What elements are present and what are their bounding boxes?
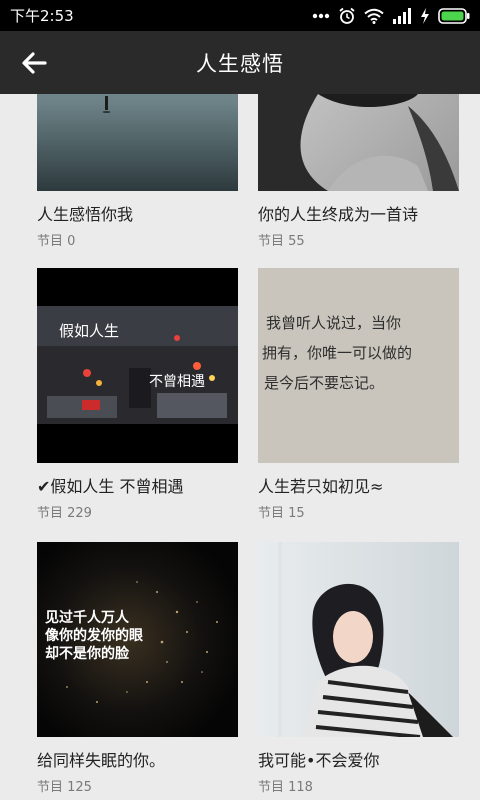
status-time: 下午2:53 <box>10 7 74 25</box>
program-title: 人生若只如初见≈ <box>258 477 384 496</box>
image-caption: 假如人生 <box>59 322 119 340</box>
program-count: 节目 118 <box>258 780 313 795</box>
signal-icon <box>392 7 412 24</box>
program-thumbnail[interactable]: 我曾听人说过，当你 拥有，你唯一可以做的 是今后不要忘记。 <box>258 268 459 463</box>
program-count: 节目 229 <box>37 506 92 521</box>
program-count: 节目 15 <box>258 506 305 521</box>
program-count: 节目 0 <box>37 234 76 249</box>
program-title: 人生感悟你我 <box>37 205 134 224</box>
page-title: 人生感悟 <box>196 51 284 76</box>
image-caption: 我曾听人说过，当你 <box>266 314 401 332</box>
program-card[interactable]: 我曾听人说过，当你 拥有，你唯一可以做的 是今后不要忘记。 人生若只如初见≈ 节… <box>258 268 459 521</box>
status-icons <box>312 7 470 25</box>
program-thumbnail[interactable] <box>37 94 238 191</box>
program-thumbnail[interactable] <box>258 94 459 191</box>
back-button[interactable] <box>18 48 50 78</box>
battery-icon <box>438 7 470 24</box>
program-card[interactable]: 见过千人万人 像你的发你的眼 却不是你的脸 给同样失眠的你。 节目 125 <box>37 542 238 795</box>
image-caption: 是今后不要忘记。 <box>264 374 384 392</box>
program-card[interactable]: 你的人生终成为一首诗 节目 55 <box>258 94 459 249</box>
program-title: 我可能•不会爱你 <box>258 751 380 770</box>
charging-icon <box>420 7 430 24</box>
status-bar: 下午2:53 <box>0 0 480 31</box>
program-thumbnail[interactable]: 假如人生 不曾相遇 <box>37 268 238 463</box>
program-title: 你的人生终成为一首诗 <box>258 205 419 224</box>
program-card[interactable]: 人生感悟你我 节目 0 <box>37 94 238 249</box>
back-arrow-icon <box>22 52 47 74</box>
program-count: 节目 125 <box>37 780 92 795</box>
title-bar: 人生感悟 <box>0 31 480 94</box>
alarm-icon <box>338 7 356 25</box>
image-caption: 却不是你的脸 <box>45 645 130 662</box>
program-thumbnail[interactable]: 见过千人万人 像你的发你的眼 却不是你的脸 <box>37 542 238 737</box>
program-count: 节目 55 <box>258 234 305 249</box>
program-card[interactable]: 假如人生 不曾相遇 ✔假如人生 不曾相遇 节目 229 <box>37 268 238 521</box>
image-caption: 见过千人万人 <box>45 609 130 626</box>
program-title: 给同样失眠的你。 <box>37 751 166 770</box>
image-caption: 拥有，你唯一可以做的 <box>262 344 412 362</box>
wifi-icon <box>364 8 384 24</box>
program-grid[interactable]: 人生感悟你我 节目 0 你的人生终成为一首诗 节目 55 假如人生 不曾相遇 ✔… <box>0 94 480 800</box>
image-caption: 不曾相遇 <box>149 374 205 390</box>
program-card[interactable]: 我可能•不会爱你 节目 118 <box>258 542 459 795</box>
program-title: ✔假如人生 不曾相遇 <box>37 477 184 496</box>
program-thumbnail[interactable] <box>258 542 459 737</box>
image-caption: 像你的发你的眼 <box>45 627 143 644</box>
more-dots-icon <box>312 13 330 19</box>
